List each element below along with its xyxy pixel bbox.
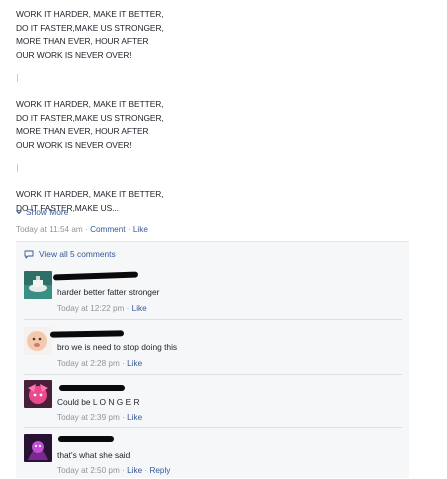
separator-dot: · (122, 413, 125, 422)
post-line: OUR WORK IS NEVER OVER! (16, 139, 132, 150)
post-body: WORK IT HARDER, MAKE IT BETTER, DO IT FA… (16, 8, 216, 215)
chevron-down-icon (16, 210, 22, 215)
comment-timestamp[interactable]: Today at 2:28 pm (57, 359, 120, 368)
comment-meta: Today at 2:28 pm · Like (57, 359, 142, 368)
post-line: WORK IT HARDER, MAKE IT BETTER, (16, 99, 164, 109)
post-line: DO IT FASTER,MAKE US STRONGER, (16, 112, 164, 123)
comment-like-link[interactable]: Like (132, 304, 147, 313)
comment-divider (24, 427, 402, 428)
comment-like-link[interactable]: Like (127, 466, 142, 475)
avatar[interactable] (24, 380, 52, 408)
comment-timestamp[interactable]: Today at 12:22 pm (57, 304, 124, 313)
post-line: OUR WORK IS NEVER OVER! (16, 49, 132, 60)
separator-dot: · (122, 466, 125, 475)
post-line: WORK IT HARDER, MAKE IT BETTER, (16, 9, 164, 19)
comment-text: Could be L O N G E R (57, 397, 140, 407)
comment-bubble-icon (24, 250, 34, 258)
comment-timestamp[interactable]: Today at 2:50 pm (57, 466, 120, 475)
avatar-image (24, 434, 52, 462)
comment-timestamp[interactable]: Today at 2:39 pm (57, 413, 120, 422)
comment-text: that's what she said (57, 450, 131, 460)
comment-text: harder better fatter stronger (57, 287, 160, 297)
view-all-comments-link[interactable]: View all 5 comments (24, 249, 116, 259)
separator-dot: · (144, 466, 148, 475)
avatar[interactable] (24, 434, 52, 462)
comment-meta: Today at 2:39 pm · Like (57, 413, 142, 422)
separator-dot: · (127, 225, 131, 234)
redacted-name (52, 271, 139, 281)
separator-dot: · (122, 359, 125, 368)
redacted-name (49, 330, 125, 338)
comment-reply-link[interactable]: Reply (149, 466, 170, 475)
redacted-name (58, 436, 114, 442)
post-line: WORK IT HARDER, MAKE IT BETTER, (16, 189, 164, 199)
separator-dot: · (126, 304, 130, 313)
show-more-label: Show More (26, 207, 69, 217)
post-line: DO IT FASTER,MAKE US STRONGER, (16, 22, 164, 33)
post-paragraph: WORK IT HARDER, MAKE IT BETTER, DO IT FA… (16, 8, 216, 62)
redacted-name (59, 385, 125, 391)
post-line: MORE THAN EVER, HOUR AFTER (16, 36, 149, 46)
comment-link[interactable]: Comment (90, 225, 126, 234)
post-line: MORE THAN EVER, HOUR AFTER (16, 126, 149, 136)
post-paragraph: WORK IT HARDER, MAKE IT BETTER, DO IT FA… (16, 98, 216, 152)
comment-like-link[interactable]: Like (127, 359, 142, 368)
comment-meta: Today at 12:22 pm · Like (57, 304, 147, 313)
comment-divider (24, 319, 402, 320)
avatar-image (24, 271, 52, 299)
comment-like-link[interactable]: Like (127, 413, 142, 422)
comment-divider (24, 374, 402, 375)
avatar[interactable] (24, 327, 52, 355)
post-meta: Today at 11:54 am · Comment · Like (16, 225, 148, 234)
comment-text: bro we is need to stop doing this (57, 342, 178, 352)
comment-meta: Today at 2:50 pm · Like · Reply (57, 466, 170, 475)
paragraph-separator (17, 164, 18, 172)
show-more-link[interactable]: Show More (16, 207, 68, 217)
avatar-image (24, 327, 52, 355)
view-all-label: View all 5 comments (39, 249, 116, 259)
avatar-image (24, 380, 52, 408)
separator-dot: · (85, 225, 88, 234)
post-timestamp[interactable]: Today at 11:54 am (16, 225, 83, 234)
comments-panel: View all 5 comments harder better fatter… (16, 241, 409, 478)
avatar[interactable] (24, 271, 52, 299)
like-link[interactable]: Like (133, 225, 148, 234)
paragraph-separator (17, 74, 18, 82)
